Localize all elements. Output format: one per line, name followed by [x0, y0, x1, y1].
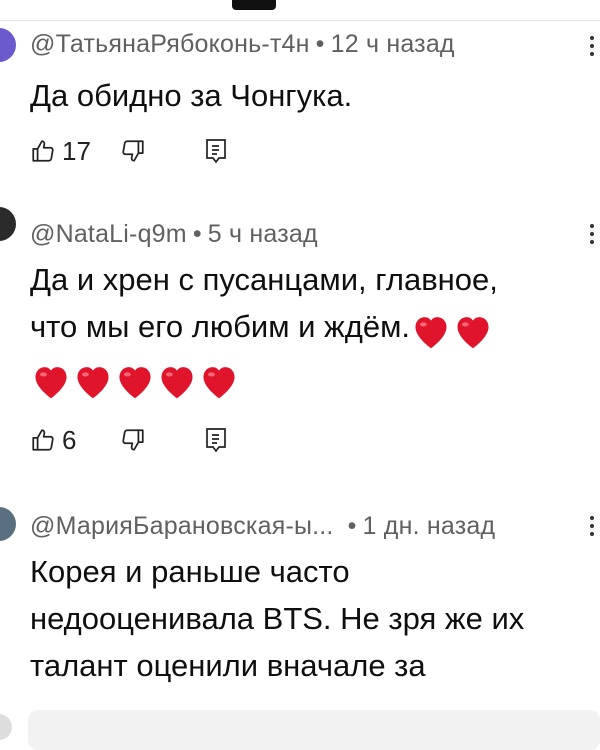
heart-emojis	[30, 354, 240, 406]
heart-emoji	[77, 367, 109, 399]
comment-line-text: что мы его любим и ждём.	[30, 309, 411, 344]
comment-line: Да обидно за Чонгука.	[30, 78, 353, 113]
thumbs-down-icon	[122, 429, 144, 451]
thumbs-down-icon	[122, 140, 144, 162]
comment-line: Да и хрен с пусанцами, главное,	[30, 256, 498, 304]
divider	[0, 20, 600, 21]
like-count: 17	[62, 135, 91, 166]
comment-line: недооценивала BTS. Не зря же их	[30, 601, 525, 636]
more-vert-icon[interactable]	[588, 224, 596, 248]
more-vert-icon[interactable]	[588, 36, 596, 60]
like-button[interactable]: 6	[30, 423, 76, 457]
comment-text: Корея и раньше часто недооценивала BTS. …	[30, 548, 524, 689]
comment-time[interactable]: 1 дн. назад	[363, 512, 496, 540]
comment-meta: @NataLi-q9m • 5 ч назад	[30, 220, 318, 249]
reply-button[interactable]	[204, 423, 228, 457]
avatar	[0, 714, 12, 740]
comment-line: талант оценили вначале за	[30, 648, 426, 683]
author-name[interactable]: @МарияБарановская-ы...	[30, 512, 334, 540]
comment-line: что мы его любим и ждём.	[30, 304, 498, 352]
like-button[interactable]: 17	[30, 134, 91, 168]
heart-emoji	[119, 367, 151, 399]
avatar[interactable]	[0, 28, 16, 62]
reply-button[interactable]	[204, 134, 228, 168]
comment-line-text: Да и хрен с пусанцами, главное,	[30, 262, 498, 297]
reply-icon	[206, 139, 226, 164]
dislike-button[interactable]	[120, 134, 146, 168]
meta-separator: •	[315, 30, 325, 58]
comment-text: Да обидно за Чонгука.	[30, 72, 352, 119]
thumbs-up-icon	[32, 140, 54, 162]
comment-meta: @МарияБарановская-ы... • 1 дн. назад	[30, 512, 495, 541]
more-vert-icon[interactable]	[588, 516, 596, 540]
author-name[interactable]: @ТатьянаРябоконь-т4н	[30, 30, 310, 58]
header-fragment	[232, 0, 276, 10]
meta-separator: •	[192, 220, 202, 248]
top-bar	[0, 0, 600, 22]
heart-emoji	[203, 367, 235, 399]
heart-emoji	[35, 367, 67, 399]
comment-text: Да и хрен с пусанцами, главное, что мы е…	[30, 256, 498, 406]
comment-line: Корея и раньше часто	[30, 554, 350, 589]
comment-meta: @ТатьянаРябоконь-т4н • 12 ч назад	[30, 30, 455, 59]
heart-emoji	[457, 316, 489, 348]
thumbs-up-icon	[32, 429, 54, 451]
comment-line	[30, 352, 498, 406]
add-comment-field[interactable]	[28, 710, 600, 750]
heart-emoji	[161, 367, 193, 399]
avatar[interactable]	[0, 507, 16, 541]
comment-time[interactable]: 5 ч назад	[208, 220, 318, 248]
dislike-button[interactable]	[120, 423, 146, 457]
heart-emoji	[415, 316, 447, 348]
meta-separator: •	[347, 512, 357, 540]
reply-icon	[206, 428, 226, 453]
author-name[interactable]: @NataLi-q9m	[30, 220, 187, 248]
like-count: 6	[62, 424, 77, 455]
avatar[interactable]	[0, 207, 16, 241]
heart-emojis	[410, 306, 494, 352]
comment-time[interactable]: 12 ч назад	[331, 30, 455, 58]
